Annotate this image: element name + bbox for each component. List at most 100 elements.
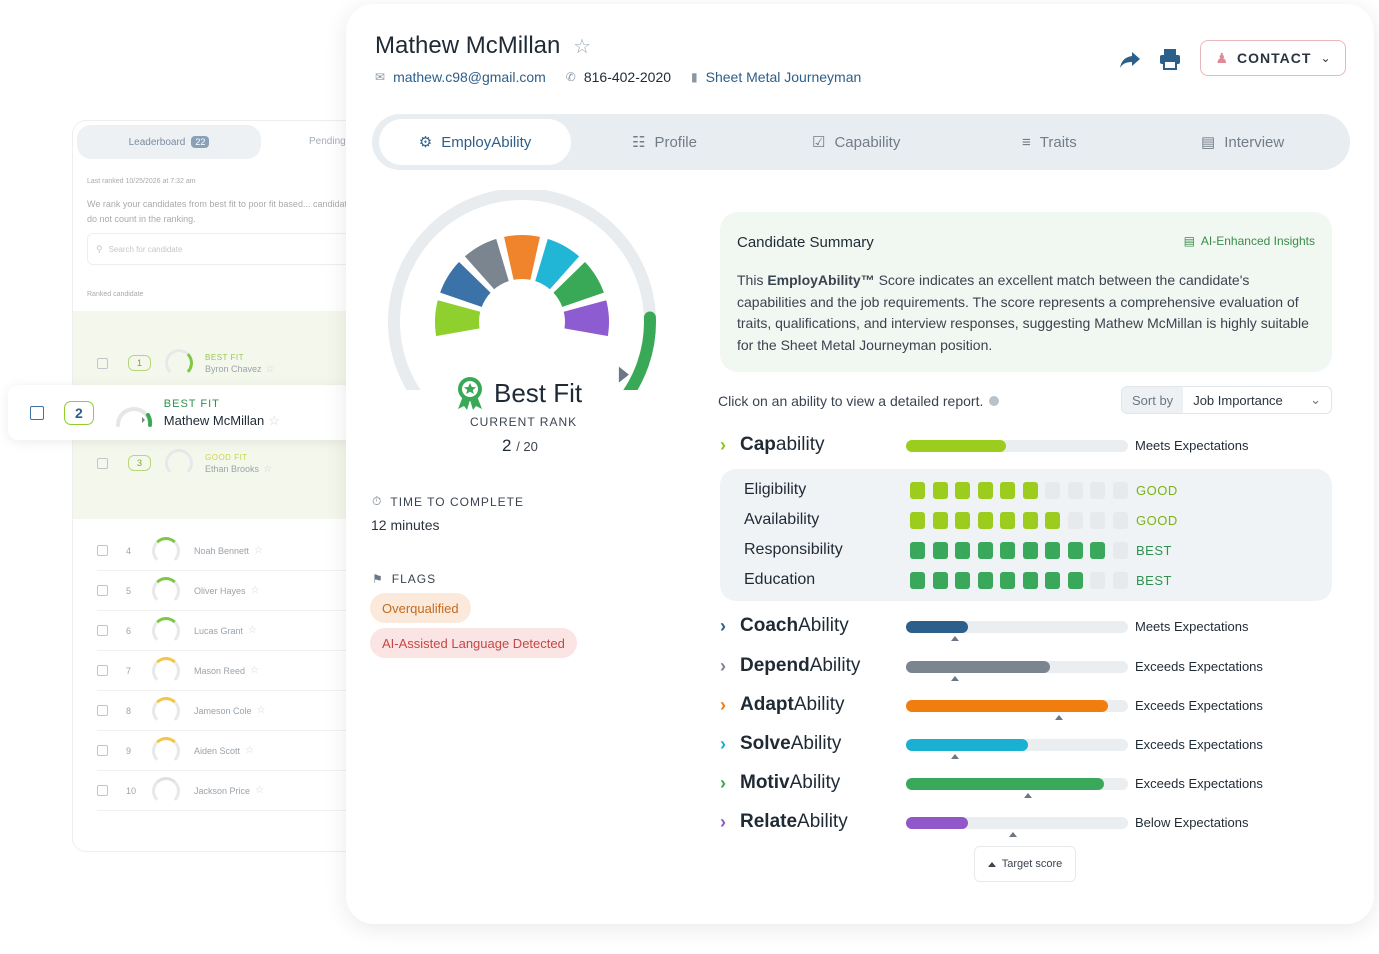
tab-label: EmployAbility (441, 133, 532, 151)
rank-number: 5 (126, 585, 132, 596)
tab-pending[interactable]: Pending (309, 136, 346, 147)
list-item[interactable]: 4 Noah Bennett ☆ (97, 531, 367, 571)
ability-name-rest: Ability (793, 694, 845, 715)
tab-interview[interactable]: ▤ Interview (1201, 119, 1284, 165)
mini-gauge-icon (152, 536, 180, 565)
flags-label-text: FLAGS (391, 572, 437, 586)
time-to-complete-label: ⏱ TIME TO COMPLETE (372, 494, 524, 509)
list-item[interactable]: 9 Aiden Scott ☆ (97, 731, 367, 771)
star-icon[interactable]: ☆ (250, 665, 259, 676)
share-icon[interactable] (1118, 50, 1142, 70)
ability-name-bold: Solve (740, 733, 791, 754)
sort-select[interactable]: Sort by Job Importance ⌄ (1121, 386, 1332, 414)
row-checkbox[interactable] (97, 745, 108, 756)
chevron-down-icon: ⌄ (1310, 392, 1321, 407)
favorite-star-icon[interactable]: ☆ (573, 36, 591, 58)
segment-meter (910, 571, 1135, 589)
mini-gauge-icon (165, 349, 194, 377)
list-item[interactable]: 1 BEST FIT Byron Chavez ☆ (97, 343, 367, 383)
row-checkbox[interactable] (97, 705, 108, 716)
star-icon[interactable]: ☆ (266, 364, 275, 375)
score-segment (1022, 541, 1038, 559)
segment-meter (910, 481, 1135, 499)
score-segment (1045, 541, 1060, 559)
ability-status: Below Expectations (1135, 815, 1249, 830)
row-checkbox[interactable] (97, 457, 108, 469)
ability-row-dependability[interactable]: › DependAbility Exceeds Expectations (720, 651, 1340, 681)
ai-insights-link[interactable]: ▤ AI-Enhanced Insights (1184, 234, 1315, 248)
tab-leaderboard[interactable]: Leaderboard 22 (77, 125, 261, 159)
detail-name: Education (744, 571, 816, 588)
score-segment (1000, 571, 1015, 589)
print-icon[interactable] (1159, 48, 1181, 70)
score-segment (910, 571, 925, 589)
row-checkbox[interactable] (97, 785, 108, 796)
star-icon[interactable]: ☆ (255, 785, 264, 796)
ability-bar-fill (906, 778, 1104, 790)
ability-row-relateability[interactable]: › RelateAbility Below Expectations (720, 807, 1340, 837)
interview-icon: ▤ (1201, 134, 1216, 151)
fit-label: Best Fit (494, 377, 583, 408)
phone-number: 816-402-2020 (583, 69, 672, 85)
star-icon[interactable]: ☆ (263, 464, 272, 475)
star-icon[interactable]: ☆ (254, 545, 263, 556)
list-item[interactable]: 10 Jackson Price ☆ (97, 771, 367, 811)
email-link[interactable]: mathew.c98@gmail.com (393, 69, 546, 85)
score-segment (977, 511, 993, 529)
ability-row-solveability[interactable]: › SolveAbility Exceeds Expectations (720, 729, 1340, 759)
email-icon: ✉ (375, 70, 386, 84)
list-item-selected[interactable]: 2 BEST FIT Mathew McMillan ☆ (8, 385, 353, 440)
list-item[interactable]: 6 Lucas Grant ☆ (97, 611, 367, 651)
job-link[interactable]: Sheet Metal Journeyman (706, 69, 862, 85)
row-checkbox[interactable] (97, 357, 108, 369)
mini-gauge-icon (152, 576, 180, 605)
briefcase-icon: ▮ (691, 70, 698, 84)
list-item[interactable]: 3 GOOD FIT Ethan Brooks ☆ (97, 443, 367, 483)
tab-employability[interactable]: ⚙ EmployAbility (379, 119, 571, 165)
list-item[interactable]: 7 Mason Reed ☆ (97, 651, 367, 691)
candidate-name: Jameson Cole (194, 705, 252, 716)
row-checkbox[interactable] (97, 665, 108, 676)
ability-name-rest: Ability (790, 733, 842, 754)
ability-bar-fill (906, 440, 1006, 452)
tab-label: Traits (1039, 133, 1077, 151)
ability-name-bold: Adapt (740, 694, 794, 715)
tab-traits[interactable]: ≡ Traits (1022, 119, 1077, 165)
score-segment (1000, 541, 1015, 559)
ability-name: Capability (740, 434, 902, 456)
flag-icon: ⚑ (372, 572, 384, 586)
chevron-right-icon: › (720, 733, 726, 754)
info-icon[interactable] (989, 396, 1000, 406)
tab-profile[interactable]: ☷ Profile (632, 119, 697, 165)
tab-capability[interactable]: ☑ Capability (812, 119, 900, 165)
star-icon[interactable]: ☆ (251, 585, 260, 596)
chevron-right-icon: › (720, 434, 726, 455)
star-icon[interactable]: ☆ (248, 625, 257, 636)
candidate-search-input[interactable]: ⚲ Search for candidate (87, 233, 367, 265)
list-item[interactable]: 8 Jameson Cole ☆ (97, 691, 367, 731)
ability-status: Exceeds Expectations (1135, 698, 1263, 713)
rank-badge: 3 (128, 455, 152, 471)
star-icon[interactable]: ☆ (257, 705, 266, 716)
star-icon[interactable]: ☆ (245, 745, 254, 756)
row-checkbox[interactable] (30, 405, 44, 420)
row-checkbox[interactable] (97, 585, 108, 596)
candidate-name: Noah Bennett (194, 545, 250, 556)
ability-row-adaptability[interactable]: › AdaptAbility Exceeds Expectations (720, 690, 1340, 720)
list-item[interactable]: 5 Oliver Hayes ☆ (97, 571, 367, 611)
score-segment (932, 541, 948, 559)
detail-level: BEST (1136, 572, 1172, 588)
row-checkbox[interactable] (97, 625, 108, 636)
row-checkbox[interactable] (97, 545, 108, 556)
ability-row-capability[interactable]: › Capability Meets Expectations (720, 430, 1340, 460)
search-placeholder: Search for candidate (108, 244, 183, 254)
score-segment (910, 541, 925, 559)
contact-button[interactable]: ♟ CONTACT ⌄ (1200, 40, 1346, 76)
candidate-name: Mathew McMillan (375, 32, 561, 59)
detail-level: GOOD (1136, 482, 1178, 498)
ability-name: RelateAbility (740, 811, 902, 833)
ability-row-coachability[interactable]: › CoachAbility Meets Expectations (720, 611, 1340, 641)
ability-row-motivability[interactable]: › MotivAbility Exceeds Expectations (720, 768, 1340, 798)
summary-text: This EmployAbility™ Score indicates an e… (737, 270, 1312, 356)
star-icon[interactable]: ☆ (268, 413, 280, 429)
